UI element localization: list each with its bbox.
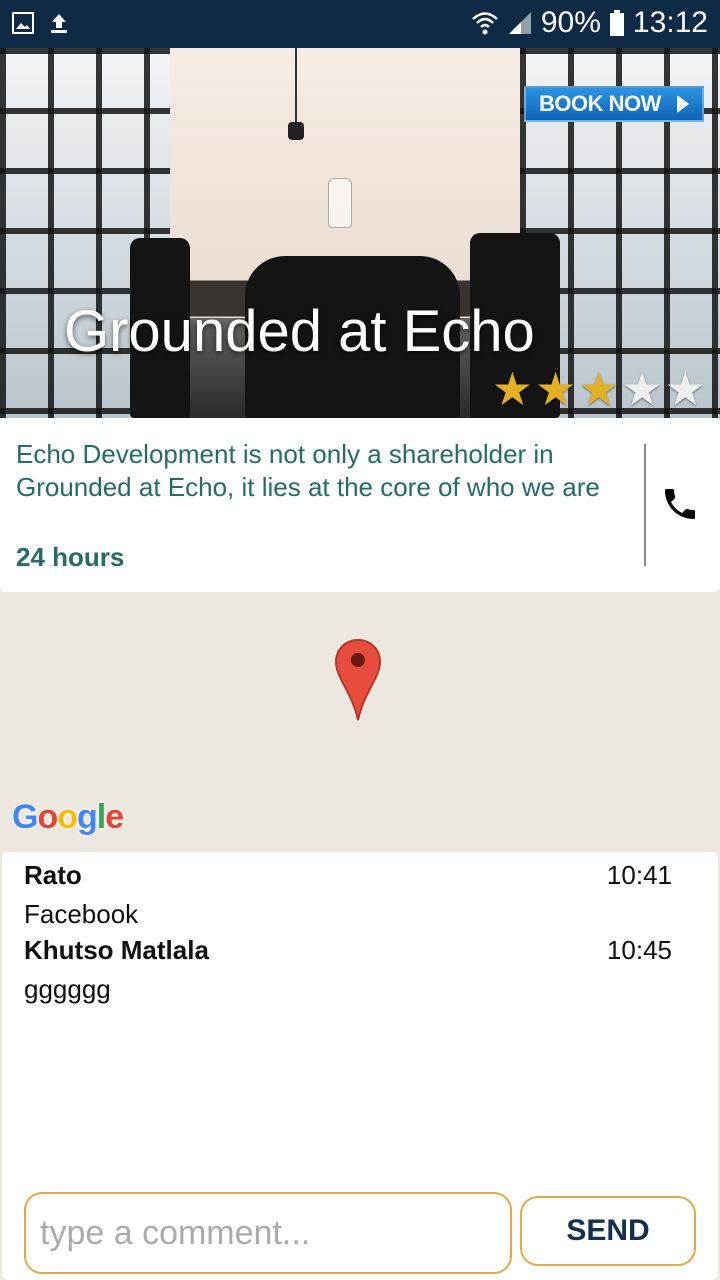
book-now-label: BOOK NOW xyxy=(539,91,661,116)
hero-jug xyxy=(328,178,352,228)
phone-icon[interactable] xyxy=(660,484,700,524)
hero-lamp-cord xyxy=(295,48,297,128)
comment-input[interactable] xyxy=(24,1192,512,1274)
rating-stars: ★ ★ ★ ★ ★ xyxy=(492,366,706,412)
google-logo: Google xyxy=(12,798,124,836)
status-bar: 90% 13:12 xyxy=(0,0,720,48)
location-map[interactable]: Google xyxy=(0,592,720,852)
comment-item: Rato 10:41 Facebook xyxy=(24,860,684,930)
star-icon: ★ xyxy=(491,363,533,415)
comment-text: gggggg xyxy=(24,974,111,1004)
gallery-icon xyxy=(12,12,34,34)
opening-hours: 24 hours xyxy=(16,542,125,572)
battery-icon xyxy=(609,10,624,36)
battery-percent: 90% xyxy=(540,6,601,39)
star-icon: ★ xyxy=(535,363,577,415)
signal-icon xyxy=(508,12,531,34)
venue-title: Grounded at Echo xyxy=(64,299,535,364)
map-pin-icon[interactable] xyxy=(334,638,382,722)
comment-author: Khutso Matlala xyxy=(24,935,209,965)
star-empty-icon: ★ xyxy=(621,363,663,415)
comment-item: Khutso Matlala 10:45 gggggg xyxy=(24,935,684,1005)
venue-description: Echo Development is not only a sharehold… xyxy=(16,439,600,502)
clock: 13:12 xyxy=(632,6,708,39)
venue-info-card: Echo Development is not only a sharehold… xyxy=(0,418,720,592)
play-icon xyxy=(676,95,689,113)
comments-panel: Rato 10:41 Facebook Khutso Matlala 10:45… xyxy=(2,852,718,1280)
book-now-button[interactable]: BOOK NOW xyxy=(524,86,704,122)
wifi-icon xyxy=(472,12,498,35)
comment-text: Facebook xyxy=(24,899,139,929)
venue-hero-image: BOOK NOW Grounded at Echo ★ ★ ★ ★ ★ xyxy=(0,48,720,418)
send-button[interactable]: SEND xyxy=(520,1196,696,1266)
hero-lamp xyxy=(288,122,304,140)
star-icon: ★ xyxy=(578,363,620,415)
upload-icon xyxy=(51,14,67,33)
divider xyxy=(644,444,646,566)
star-empty-icon: ★ xyxy=(664,363,706,415)
comment-time: 10:41 xyxy=(606,860,672,890)
comment-author: Rato xyxy=(24,860,82,890)
comment-time: 10:45 xyxy=(606,935,672,965)
